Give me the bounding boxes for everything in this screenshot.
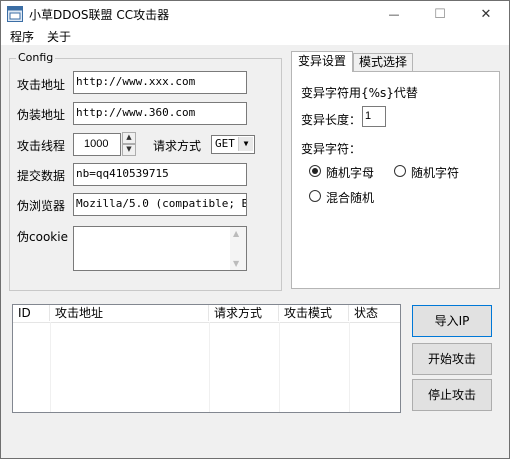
column-header-url[interactable]: 攻击地址: [50, 305, 209, 321]
chevron-down-icon: ▼: [238, 137, 253, 151]
radio-random-letters-label[interactable]: 随机字母: [326, 164, 374, 181]
scroll-up-icon: ▲: [233, 229, 240, 238]
title-bar: 小草DDOS联盟 CC攻击器 — ☐ ✕: [1, 1, 509, 27]
column-divider: [209, 322, 210, 412]
tab-mutation-settings[interactable]: 变异设置: [291, 51, 353, 72]
maximize-icon: ☐: [434, 6, 446, 22]
app-icon: [7, 6, 23, 22]
method-select-value: GET: [215, 137, 235, 150]
radio-random-chars-label[interactable]: 随机字符: [411, 164, 459, 181]
tab-mode-select[interactable]: 模式选择: [353, 53, 413, 72]
window-title: 小草DDOS联盟 CC攻击器: [29, 8, 170, 22]
post-data-input[interactable]: nb=qq410539715: [73, 163, 247, 186]
radio-random-chars[interactable]: [394, 165, 406, 177]
post-data-label: 提交数据: [17, 169, 66, 183]
attack-list[interactable]: ID 攻击地址 请求方式 攻击模式 状态: [12, 304, 401, 413]
method-label: 请求方式: [153, 139, 202, 153]
method-select[interactable]: GET ▼: [211, 135, 255, 154]
import-ip-button[interactable]: 导入IP: [412, 305, 492, 337]
column-header-method[interactable]: 请求方式: [209, 305, 279, 321]
cookie-label: 伪cookie: [17, 230, 68, 244]
fake-url-label: 伪装地址: [17, 108, 66, 122]
mutation-hint: 变异字符用{%s}代替: [301, 86, 418, 100]
attack-list-header: ID 攻击地址 请求方式 攻击模式 状态: [13, 305, 400, 323]
fake-url-input[interactable]: http://www.360.com: [73, 102, 247, 125]
mutation-length-input[interactable]: 1: [362, 106, 386, 127]
threads-input[interactable]: 1000: [73, 133, 121, 156]
column-header-mode[interactable]: 攻击模式: [279, 305, 349, 321]
menu-about[interactable]: 关于: [47, 28, 71, 45]
minimize-icon: —: [388, 7, 400, 21]
mutation-length-label: 变异长度：: [301, 113, 362, 127]
config-legend: Config: [16, 51, 56, 64]
start-attack-button[interactable]: 开始攻击: [412, 343, 492, 375]
close-button[interactable]: ✕: [463, 1, 509, 27]
close-icon: ✕: [480, 6, 492, 22]
threads-label: 攻击线程: [17, 139, 66, 153]
column-divider: [279, 322, 280, 412]
mutation-settings-panel: [291, 71, 500, 289]
minimize-button[interactable]: —: [371, 1, 417, 27]
column-header-id[interactable]: ID: [13, 305, 50, 321]
browser-label: 伪浏览器: [17, 199, 66, 213]
radio-random-letters[interactable]: [309, 165, 321, 177]
mutation-chars-label: 变异字符：: [301, 142, 362, 156]
column-divider: [50, 322, 51, 412]
browser-input[interactable]: Mozilla/5.0 (compatible; Baid: [73, 193, 247, 216]
column-divider: [349, 322, 350, 412]
threads-spin-up[interactable]: ▲: [122, 132, 136, 144]
maximize-button[interactable]: ☐: [417, 1, 463, 27]
menu-bar: 程序 关于: [1, 27, 509, 45]
threads-spin-down[interactable]: ▼: [122, 144, 136, 156]
column-header-status[interactable]: 状态: [349, 305, 400, 321]
cookie-scrollbar[interactable]: ▲ ▼: [230, 227, 246, 270]
scroll-down-icon: ▼: [233, 259, 240, 268]
app-window: 小草DDOS联盟 CC攻击器 — ☐ ✕ 程序 关于 Config 攻击地址 h…: [0, 0, 510, 459]
cookie-input[interactable]: ▲ ▼: [73, 226, 247, 271]
radio-mixed-random-label[interactable]: 混合随机: [326, 189, 374, 206]
attack-url-input[interactable]: http://www.xxx.com: [73, 71, 247, 94]
radio-mixed-random[interactable]: [309, 190, 321, 202]
attack-url-label: 攻击地址: [17, 78, 66, 92]
menu-program[interactable]: 程序: [10, 28, 34, 45]
stop-attack-button[interactable]: 停止攻击: [412, 379, 492, 411]
